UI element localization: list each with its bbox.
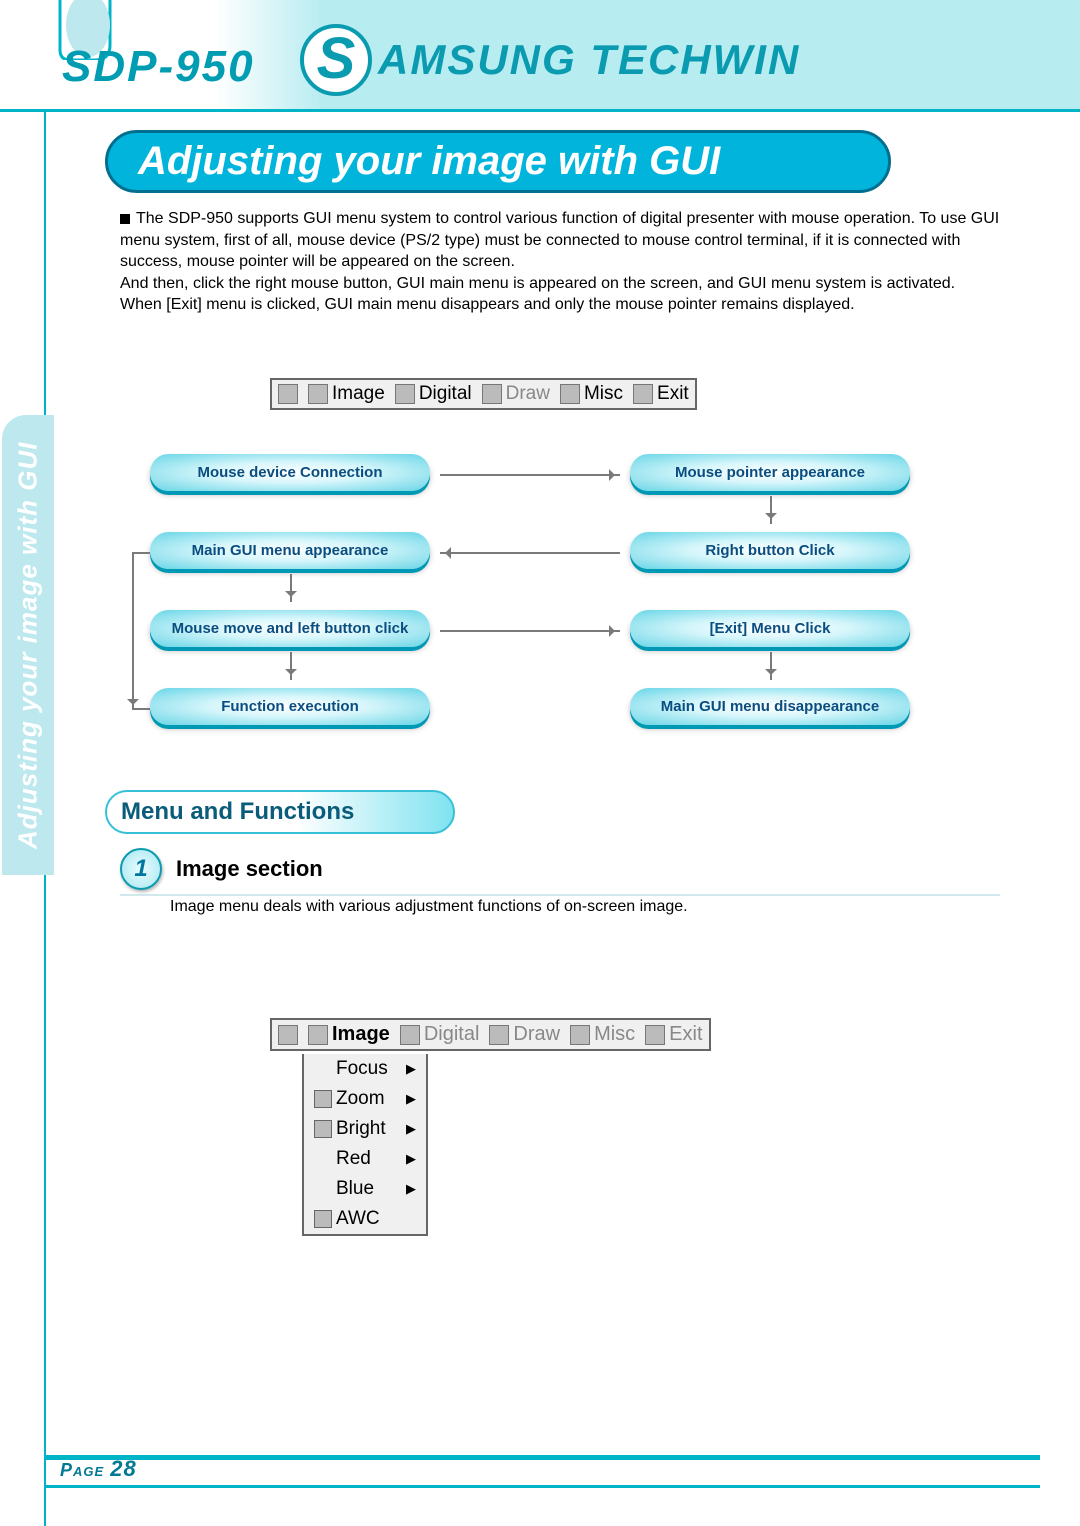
digital-icon	[395, 384, 415, 404]
flow-mouse-move-click: Mouse move and left button click	[150, 610, 430, 647]
side-tab: Adjusting your image with GUI	[2, 415, 54, 875]
intro-text: The SDP-950 supports GUI menu system to …	[120, 208, 1000, 316]
exit-icon	[645, 1025, 665, 1045]
section-heading-menu-functions: Menu and Functions	[105, 790, 455, 834]
intro-p1: The SDP-950 supports GUI menu system to …	[120, 210, 999, 270]
menu-misc[interactable]: Misc	[570, 1023, 635, 1046]
move-icon	[278, 384, 298, 404]
draw-icon	[489, 1025, 509, 1045]
flow-gui-disappear: Main GUI menu disappearance	[630, 688, 910, 725]
header-band: SDP-950 S AMSUNG TECHWIN	[0, 0, 1080, 110]
image-icon	[308, 1025, 328, 1045]
awc-icon	[314, 1210, 332, 1228]
flow-main-gui-appear: Main GUI menu appearance	[150, 532, 430, 569]
draw-icon	[482, 384, 502, 404]
arrow-icon	[770, 496, 772, 524]
step-title: Image section	[176, 856, 323, 882]
intro-p2: And then, click the right mouse button, …	[120, 275, 955, 292]
step-description: Image menu deals with various adjustment…	[170, 898, 688, 916]
page-number-value: 28	[110, 1456, 136, 1481]
model-label: SDP-950	[62, 42, 255, 92]
menu-digital[interactable]: Digital	[395, 383, 472, 405]
footer-rule-1	[44, 1455, 1040, 1460]
gui-menubar-2: Image Digital Draw Misc Exit Focus▶ Zoom…	[270, 1018, 711, 1051]
arrow-icon	[290, 574, 292, 602]
flow-mouse-connection: Mouse device Connection	[150, 454, 430, 491]
menu-digital[interactable]: Digital	[400, 1023, 480, 1046]
flow-pointer-appearance: Mouse pointer appearance	[630, 454, 910, 491]
brand-s-mark: S	[300, 24, 372, 96]
bright-icon	[314, 1120, 332, 1138]
menu-exit[interactable]: Exit	[645, 1023, 702, 1046]
menu-draw[interactable]: Draw	[482, 383, 550, 405]
dropdown-red[interactable]: Red▶	[304, 1144, 426, 1174]
page-label: Page	[60, 1460, 104, 1480]
menu-image[interactable]: Image	[308, 383, 385, 405]
menu-draw[interactable]: Draw	[489, 1023, 560, 1046]
zoom-icon	[314, 1090, 332, 1108]
arrow-icon	[440, 474, 620, 476]
move-icon	[278, 1025, 298, 1045]
dropdown-zoom[interactable]: Zoom▶	[304, 1084, 426, 1114]
menu-image-active[interactable]: Image	[308, 1023, 390, 1046]
misc-icon	[560, 384, 580, 404]
dropdown-focus[interactable]: Focus▶	[304, 1054, 426, 1084]
image-icon	[308, 384, 328, 404]
dropdown-blue[interactable]: Blue▶	[304, 1174, 426, 1204]
flow-diagram: Mouse device Connection Mouse pointer ap…	[150, 440, 910, 760]
arrow-segment	[132, 708, 150, 710]
footer-rule-2	[44, 1485, 1040, 1488]
arrow-segment	[132, 552, 150, 554]
image-dropdown: Focus▶ Zoom▶ Bright▶ Red▶ Blue▶ AWC▶	[302, 1054, 428, 1236]
menu-exit[interactable]: Exit	[633, 383, 689, 405]
intro-p3: When [Exit] menu is clicked, GUI main me…	[120, 296, 855, 313]
arrow-icon	[770, 652, 772, 680]
menu-misc[interactable]: Misc	[560, 383, 623, 405]
digital-icon	[400, 1025, 420, 1045]
step-number: 1	[120, 848, 162, 890]
dropdown-awc[interactable]: AWC▶	[304, 1204, 426, 1234]
flow-function-exec: Function execution	[150, 688, 430, 725]
page-number: Page 28	[60, 1456, 137, 1482]
step-row: 1 Image section	[120, 848, 1000, 896]
arrow-icon	[290, 652, 292, 680]
flow-exit-click: [Exit] Menu Click	[630, 610, 910, 647]
page-title: Adjusting your image with GUI	[105, 130, 891, 193]
exit-icon	[633, 384, 653, 404]
arrow-icon	[132, 552, 134, 710]
bullet-icon	[120, 214, 130, 224]
brand-text: AMSUNG TECHWIN	[378, 36, 800, 84]
arrow-icon	[440, 630, 620, 632]
arrow-icon	[440, 552, 620, 554]
misc-icon	[570, 1025, 590, 1045]
gui-menubar-1: Image Digital Draw Misc Exit	[270, 378, 697, 410]
dropdown-bright[interactable]: Bright▶	[304, 1114, 426, 1144]
flow-right-click: Right button Click	[630, 532, 910, 569]
